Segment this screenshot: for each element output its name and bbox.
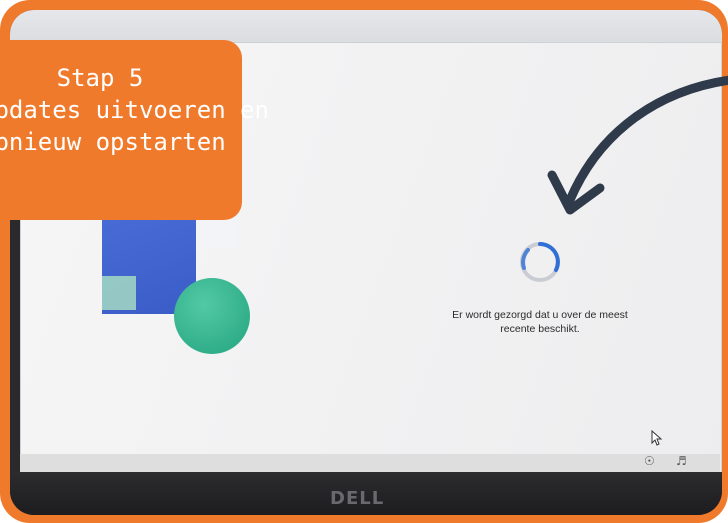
loading-spinner-icon xyxy=(520,242,560,282)
banner-step-title: Stap 5 xyxy=(56,64,144,92)
orange-frame: Er wordt gezorgd dat u over de meest rec… xyxy=(0,0,728,523)
mouse-cursor-icon xyxy=(651,430,663,446)
status-line-2: recente beschikt. xyxy=(500,323,580,335)
update-status-text: Er wordt gezorgd dat u over de meest rec… xyxy=(410,308,670,336)
pointer-arrow-icon xyxy=(547,75,728,215)
dell-logo: DELL xyxy=(330,488,385,509)
banner-step-line-2: updates uitvoeren en xyxy=(0,96,269,124)
step-banner-text: Stap 5 updates uitvoeren en opnieuw opst… xyxy=(0,62,269,158)
windows-art-mint-square xyxy=(102,276,136,310)
banner-step-line-3: opnieuw opstarten xyxy=(0,128,226,156)
windows-art-green-circle xyxy=(174,278,250,354)
status-line-1: Er wordt gezorgd dat u over de meest xyxy=(452,309,628,321)
volume-icon[interactable]: ♬ xyxy=(676,454,687,468)
accessibility-icon[interactable]: ☉ xyxy=(644,454,655,468)
